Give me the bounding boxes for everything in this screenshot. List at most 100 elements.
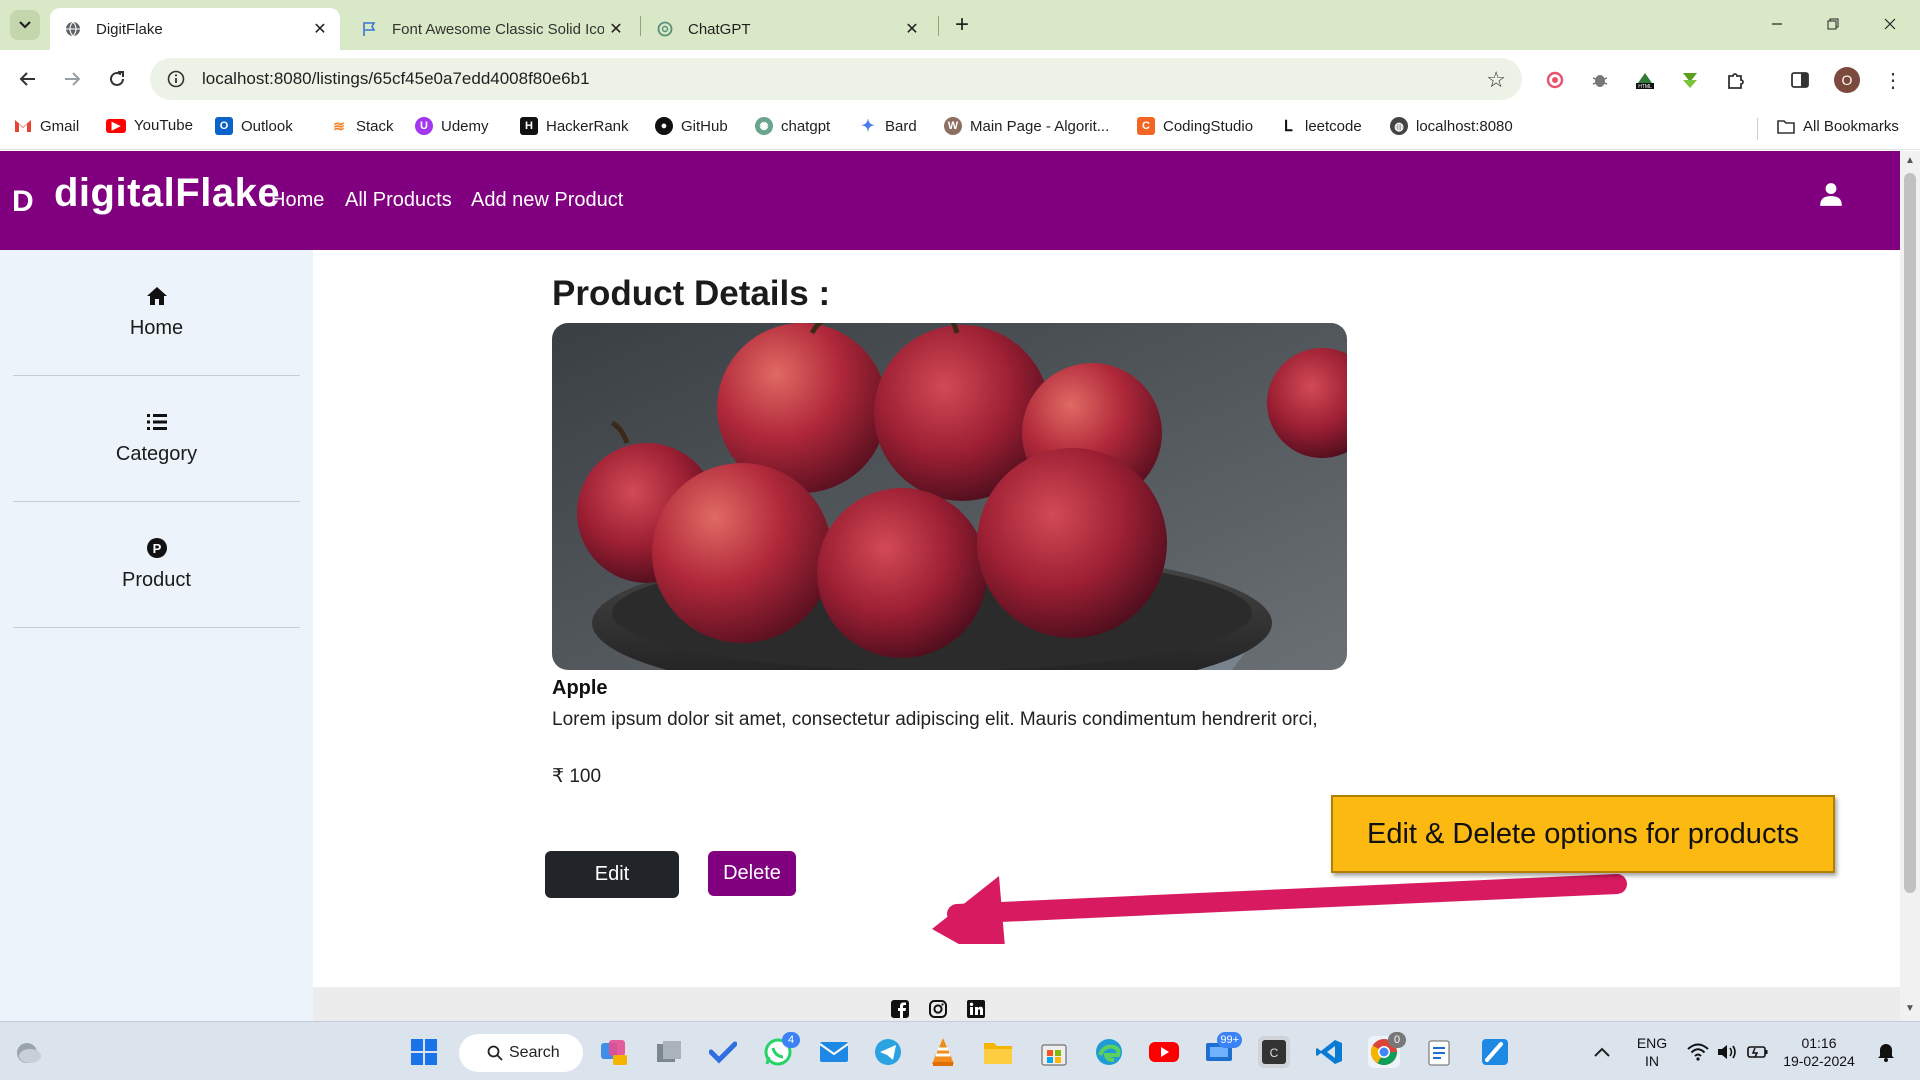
bookmark-outlook[interactable]: O Outlook [215, 117, 293, 135]
notification-bell-icon[interactable] [1870, 1036, 1902, 1068]
edge-browser-icon[interactable] [1093, 1036, 1125, 1068]
hackerrank-icon: H [520, 117, 538, 135]
tab-separator [938, 16, 939, 36]
file-explorer-icon[interactable] [982, 1036, 1014, 1068]
svg-text:C: C [1270, 1046, 1279, 1060]
sidebar-item-category[interactable]: Category [13, 376, 300, 502]
bookmark-udemy[interactable]: U Udemy [415, 117, 489, 135]
browser-tab-bar: DigitFlake ✕ Font Awesome Classic Solid … [0, 0, 1920, 50]
page-scrollbar[interactable]: ▲ ▼ [1900, 151, 1920, 1021]
all-bookmarks-button[interactable]: All Bookmarks [1777, 117, 1899, 135]
tab-digitflake[interactable]: DigitFlake ✕ [50, 8, 340, 50]
html-extension-icon[interactable]: HTML [1632, 67, 1658, 93]
reload-button[interactable] [101, 63, 133, 95]
new-tab-button[interactable]: + [949, 11, 975, 38]
scroll-down-icon[interactable]: ▼ [1904, 1003, 1916, 1015]
bookmark-youtube[interactable]: ▶ YouTube [106, 117, 193, 134]
close-icon[interactable]: ✕ [604, 17, 628, 41]
bookmark-label: GitHub [681, 117, 728, 135]
clock[interactable]: 01:16 19-02-2024 [1778, 1034, 1860, 1070]
youtube-icon: ▶ [106, 118, 126, 133]
instagram-icon[interactable] [929, 1000, 947, 1018]
bookmark-chatgpt[interactable]: ✺ chatgpt [755, 117, 830, 135]
tab-font-awesome[interactable]: Font Awesome Classic Solid Icons ✕ [346, 8, 636, 50]
minimize-button[interactable] [1754, 8, 1800, 40]
menu-kebab-icon[interactable]: ⋮ [1880, 67, 1906, 93]
close-icon[interactable]: ✕ [900, 17, 924, 41]
folder-icon [1777, 117, 1795, 135]
chrome-icon[interactable]: 0 [1368, 1032, 1406, 1068]
bookmark-stack[interactable]: ≋ Stack [330, 117, 394, 135]
tab-chatgpt[interactable]: ChatGPT ✕ [642, 8, 932, 50]
restore-button[interactable] [1810, 8, 1856, 40]
bookmark-gmail[interactable]: Gmail [14, 117, 79, 135]
youtube-app-icon[interactable] [1148, 1036, 1180, 1068]
sidebar-item-home[interactable]: Home [13, 250, 300, 376]
microsoft-store-icon[interactable] [1038, 1036, 1070, 1068]
linkedin-icon[interactable] [967, 1000, 985, 1018]
terminal-app-icon[interactable]: C [1258, 1036, 1290, 1068]
chevron-up-icon[interactable] [1586, 1036, 1618, 1068]
tab-search-button[interactable] [10, 10, 40, 40]
weather-icon[interactable] [12, 1036, 44, 1068]
scroll-thumb[interactable] [1904, 173, 1916, 893]
nav-link-home[interactable]: Home [271, 189, 324, 212]
vscode-icon[interactable] [1313, 1036, 1345, 1068]
profile-avatar[interactable]: O [1834, 67, 1860, 93]
bookmark-star-icon[interactable]: ☆ [1486, 67, 1506, 93]
clock-time: 01:16 [1801, 1035, 1837, 1051]
volume-icon[interactable] [1712, 1036, 1744, 1068]
extension-ring-icon[interactable] [1542, 67, 1568, 93]
copilot-app-icon[interactable] [598, 1036, 630, 1068]
notification-badge: 0 [1388, 1032, 1406, 1048]
whatsapp-icon[interactable]: 4 [762, 1032, 800, 1068]
task-view-icon[interactable] [653, 1036, 685, 1068]
mail-app-icon[interactable] [818, 1036, 850, 1068]
nav-link-add-product[interactable]: Add new Product [471, 189, 623, 212]
nav-link-all-products[interactable]: All Products [345, 189, 452, 212]
bookmark-bard[interactable]: ✦ Bard [859, 117, 917, 135]
bookmark-algorithms[interactable]: W Main Page - Algorit... [944, 117, 1109, 135]
paint-app-icon[interactable] [1479, 1036, 1511, 1068]
puzzle-extensions-icon[interactable] [1723, 67, 1749, 93]
bookmark-localhost[interactable]: ◍ localhost:8080 [1390, 117, 1513, 135]
todo-app-icon[interactable] [707, 1036, 739, 1068]
telegram-icon[interactable] [872, 1036, 904, 1068]
delete-button[interactable]: Delete [708, 851, 796, 896]
close-icon[interactable]: ✕ [308, 17, 332, 41]
stack-overflow-icon: ≋ [330, 117, 348, 135]
back-button[interactable] [12, 63, 44, 95]
site-info-icon[interactable] [164, 67, 188, 91]
windows-start-icon[interactable] [408, 1036, 440, 1068]
logo-letter[interactable]: D [12, 185, 34, 219]
download-extension-icon[interactable] [1677, 67, 1703, 93]
scroll-up-icon[interactable]: ▲ [1904, 155, 1916, 167]
site-footer [313, 987, 1900, 1021]
search-icon [487, 1045, 503, 1061]
brand-name[interactable]: digitalFlake [54, 171, 280, 216]
bookmark-codingstudio[interactable]: C CodingStudio [1137, 117, 1253, 135]
wifi-icon[interactable] [1682, 1036, 1714, 1068]
remote-app-icon[interactable]: 99+ [1204, 1032, 1242, 1068]
vlc-icon[interactable] [927, 1036, 959, 1068]
side-panel-icon[interactable] [1787, 67, 1813, 93]
sidebar-item-product[interactable]: P Product [13, 502, 300, 628]
bookmark-github[interactable]: ● GitHub [655, 117, 728, 135]
language-indicator[interactable]: ENG IN [1630, 1034, 1674, 1070]
bug-extension-icon[interactable] [1587, 67, 1613, 93]
user-icon[interactable] [1818, 181, 1844, 207]
address-bar[interactable]: localhost:8080/listings/65cf45e0a7edd400… [150, 58, 1522, 100]
forward-button[interactable] [56, 63, 88, 95]
facebook-icon[interactable] [891, 1000, 909, 1018]
region-code: IN [1645, 1053, 1659, 1069]
bookmark-label: CodingStudio [1163, 117, 1254, 135]
edit-button[interactable]: Edit [545, 851, 679, 898]
taskbar-search[interactable]: Search [459, 1034, 583, 1072]
bookmark-leetcode[interactable]: ᒪ leetcode [1279, 117, 1362, 135]
gmail-icon [14, 117, 32, 135]
arrow-left-icon [19, 72, 35, 86]
close-window-button[interactable] [1867, 8, 1913, 40]
notepad-icon[interactable] [1424, 1036, 1456, 1068]
bookmark-hackerrank[interactable]: H HackerRank [520, 117, 629, 135]
battery-icon[interactable] [1742, 1036, 1774, 1068]
